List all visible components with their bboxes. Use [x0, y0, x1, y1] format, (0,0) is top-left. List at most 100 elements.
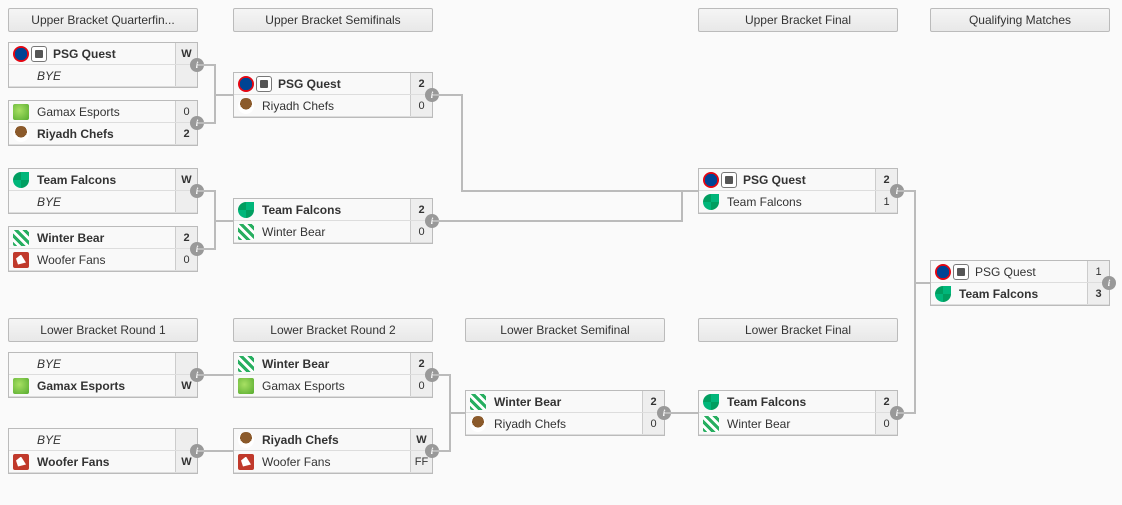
team-row-chefs: Riyadh ChefsW — [234, 429, 432, 451]
match-qm[interactable]: PSG Quest1Team Falcons3i — [930, 260, 1110, 306]
match-uqf3[interactable]: Team FalconsWBYEi — [8, 168, 198, 214]
header-uqf: Upper Bracket Quarterfin... — [8, 8, 198, 32]
team-name: Gamax Esports — [31, 379, 175, 393]
match-info-icon[interactable]: i — [1102, 276, 1116, 290]
match-lr1a[interactable]: BYEGamax EsportsWi — [8, 352, 198, 398]
team-name: Riyadh Chefs — [31, 127, 175, 141]
team-icons — [234, 432, 256, 448]
team-name: PSG Quest — [47, 47, 175, 61]
match-uqf2[interactable]: Gamax Esports0Riyadh Chefs2i — [8, 100, 198, 146]
team-icons — [9, 378, 31, 394]
team-icons — [234, 224, 256, 240]
match-ubf[interactable]: PSG Quest2Team Falcons1i — [698, 168, 898, 214]
team-icons — [699, 416, 721, 432]
team-name: BYE — [31, 69, 175, 83]
header-usf: Upper Bracket Semifinals — [233, 8, 433, 32]
team-row-winter: Winter Bear0 — [699, 413, 897, 435]
team-row-falcons: Team Falcons3 — [931, 283, 1109, 305]
team-icons — [234, 98, 256, 114]
team-icons — [931, 264, 969, 280]
team-row-bye: BYE — [9, 353, 197, 375]
team-row-chefs: Riyadh Chefs2 — [9, 123, 197, 145]
psg2-icon — [31, 46, 47, 62]
team-name: Gamax Esports — [31, 105, 175, 119]
match-usf2[interactable]: Team Falcons2Winter Bear0i — [233, 198, 433, 244]
team-row-chefs: Riyadh Chefs0 — [466, 413, 664, 435]
psg1-icon — [238, 76, 254, 92]
header-lr1: Lower Bracket Round 1 — [8, 318, 198, 342]
header-ubf: Upper Bracket Final — [698, 8, 898, 32]
team-row-woofer: Woofer FansW — [9, 451, 197, 473]
team-row-winter: Winter Bear0 — [234, 221, 432, 243]
match-uqf4[interactable]: Winter Bear2Woofer Fans0i — [8, 226, 198, 272]
team-row-bye: BYE — [9, 191, 197, 213]
header-lr2: Lower Bracket Round 2 — [233, 318, 433, 342]
team-row-winter: Winter Bear2 — [234, 353, 432, 375]
team-row-gamax: Gamax Esports0 — [9, 101, 197, 123]
team-name: Winter Bear — [721, 417, 875, 431]
match-lsf[interactable]: Winter Bear2Riyadh Chefs0i — [465, 390, 665, 436]
team-icons — [234, 202, 256, 218]
team-icons — [9, 46, 47, 62]
gamax-icon — [13, 104, 29, 120]
match-uqf1[interactable]: PSG QuestWBYEi — [8, 42, 198, 88]
team-name: BYE — [31, 357, 175, 371]
team-icons — [234, 356, 256, 372]
chefs-icon — [13, 126, 29, 142]
team-icons — [9, 126, 31, 142]
team-name: Team Falcons — [721, 395, 875, 409]
team-icons — [699, 172, 737, 188]
header-qm: Qualifying Matches — [930, 8, 1110, 32]
woofer-icon — [13, 454, 29, 470]
team-icons — [699, 394, 721, 410]
team-icons — [9, 104, 31, 120]
team-name: Winter Bear — [488, 395, 642, 409]
team-row-winter: Winter Bear2 — [9, 227, 197, 249]
team-name: Team Falcons — [31, 173, 175, 187]
team-icons — [9, 172, 31, 188]
team-name: PSG Quest — [737, 173, 875, 187]
team-name: Team Falcons — [721, 195, 875, 209]
falcons-icon — [703, 394, 719, 410]
psg1-icon — [935, 264, 951, 280]
team-name: PSG Quest — [969, 265, 1087, 279]
woofer-icon — [13, 252, 29, 268]
team-icons — [699, 194, 721, 210]
psg2-icon — [721, 172, 737, 188]
team-row-bye: BYE — [9, 65, 197, 87]
team-name: Riyadh Chefs — [256, 433, 410, 447]
match-usf1[interactable]: PSG Quest2Riyadh Chefs0i — [233, 72, 433, 118]
team-name: Winter Bear — [256, 357, 410, 371]
team-name: Gamax Esports — [256, 379, 410, 393]
team-row-chefs: Riyadh Chefs0 — [234, 95, 432, 117]
team-row-bye: BYE — [9, 429, 197, 451]
team-name: Team Falcons — [953, 287, 1087, 301]
team-icons — [234, 378, 256, 394]
team-row-falcons: Team FalconsW — [9, 169, 197, 191]
falcons-icon — [703, 194, 719, 210]
team-name: Winter Bear — [256, 225, 410, 239]
winter-icon — [238, 356, 254, 372]
team-row-psg: PSG Quest2 — [699, 169, 897, 191]
team-row-falcons: Team Falcons2 — [699, 391, 897, 413]
team-icons — [234, 76, 272, 92]
team-icons — [466, 394, 488, 410]
woofer-icon — [238, 454, 254, 470]
match-lr2b[interactable]: Riyadh ChefsWWoofer FansFFi — [233, 428, 433, 474]
psg2-icon — [256, 76, 272, 92]
gamax-icon — [13, 378, 29, 394]
match-lr2a[interactable]: Winter Bear2Gamax Esports0i — [233, 352, 433, 398]
winter-icon — [703, 416, 719, 432]
psg2-icon — [953, 264, 969, 280]
team-name: Riyadh Chefs — [256, 99, 410, 113]
team-name: Woofer Fans — [31, 253, 175, 267]
team-name: Team Falcons — [256, 203, 410, 217]
match-lbf[interactable]: Team Falcons2Winter Bear0i — [698, 390, 898, 436]
falcons-icon — [935, 286, 951, 302]
team-icons — [9, 454, 31, 470]
match-lr1b[interactable]: BYEWoofer FansWi — [8, 428, 198, 474]
team-icons — [931, 286, 953, 302]
team-icons — [234, 454, 256, 470]
chefs-icon — [238, 432, 254, 448]
team-row-falcons: Team Falcons2 — [234, 199, 432, 221]
